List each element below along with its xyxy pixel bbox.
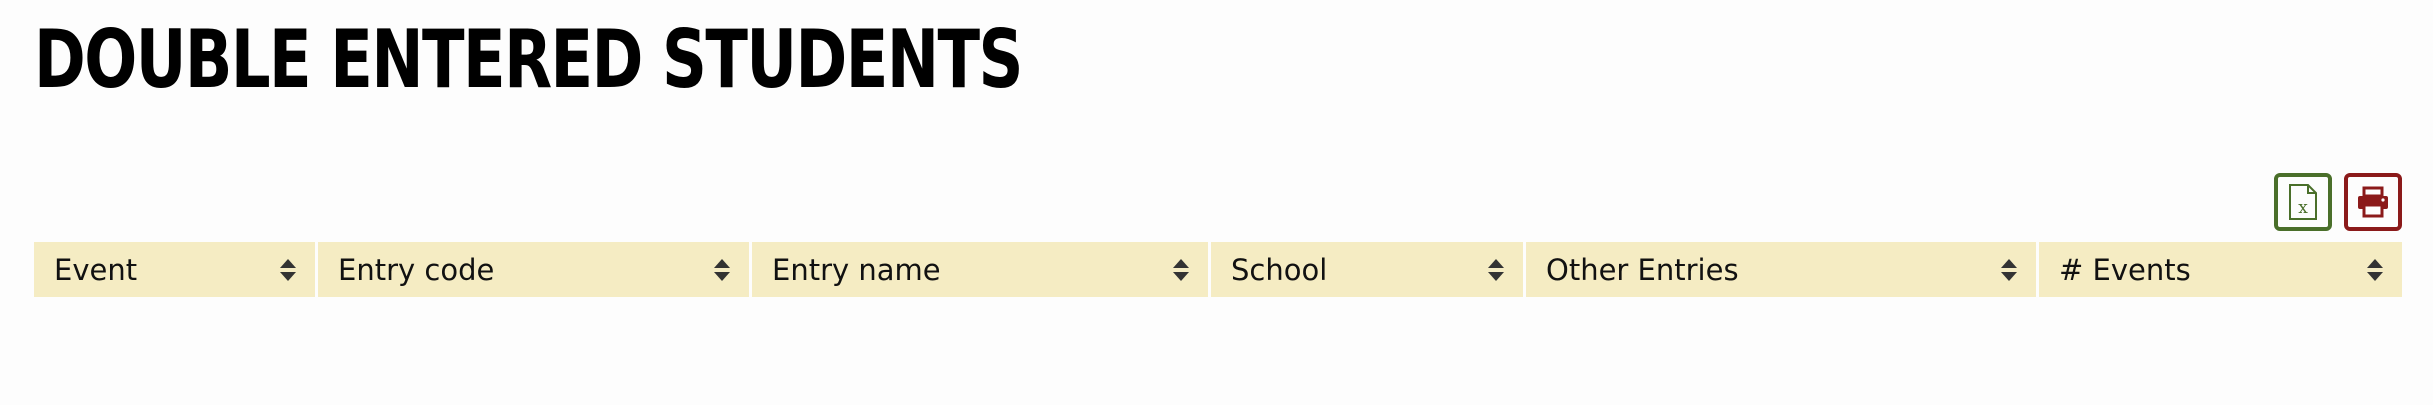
print-button[interactable]: [2344, 173, 2402, 231]
toolbar: x: [2274, 173, 2402, 231]
page: DOUBLE ENTERED STUDENTS x Event Entry co…: [0, 0, 2433, 405]
column-label: School: [1231, 252, 1328, 287]
sort-icon: [280, 258, 296, 281]
column-label: Event: [54, 252, 138, 287]
column-header-event[interactable]: Event: [34, 242, 315, 297]
sort-icon: [1488, 258, 1504, 281]
column-header-event-count[interactable]: # Events: [2039, 242, 2402, 297]
column-header-other-entries[interactable]: Other Entries: [1526, 242, 2036, 297]
sort-icon: [2367, 258, 2383, 281]
printer-icon: [2358, 186, 2388, 218]
double-entries-table: Event Entry code Entry name School Other…: [34, 242, 2402, 297]
page-title: DOUBLE ENTERED STUDENTS: [34, 13, 1023, 106]
column-label: Entry code: [338, 252, 495, 287]
column-label: Entry name: [772, 252, 941, 287]
column-header-entry-name[interactable]: Entry name: [752, 242, 1208, 297]
svg-text:x: x: [2298, 198, 2308, 218]
export-excel-button[interactable]: x: [2274, 173, 2332, 231]
sort-icon: [1173, 258, 1189, 281]
column-header-school[interactable]: School: [1211, 242, 1523, 297]
sort-icon: [2001, 258, 2017, 281]
sort-icon: [714, 258, 730, 281]
column-header-entry-code[interactable]: Entry code: [318, 242, 749, 297]
excel-file-icon: x: [2289, 184, 2317, 220]
column-label: # Events: [2059, 252, 2191, 287]
column-label: Other Entries: [1546, 252, 1739, 287]
